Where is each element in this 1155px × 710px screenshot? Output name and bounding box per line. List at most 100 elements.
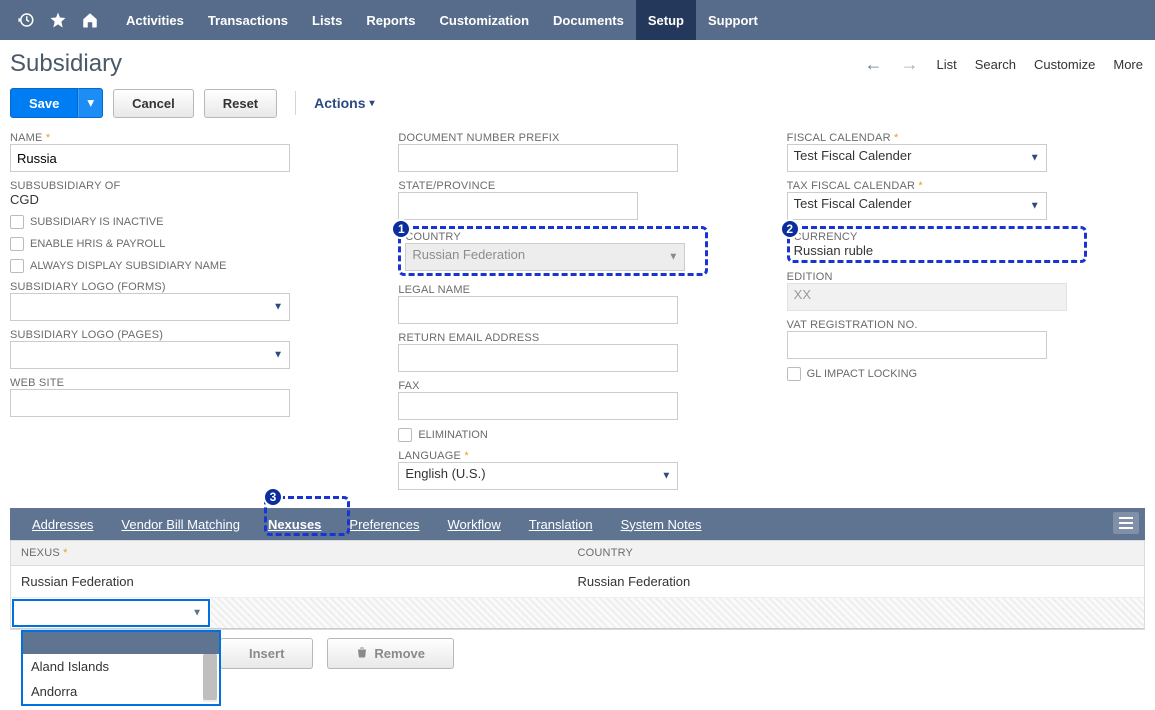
menu-documents[interactable]: Documents [541, 0, 636, 40]
form-col-1: NAME SUBSUBSIDIARY OF CGD SUBSIDIARY IS … [10, 132, 368, 490]
label-edition: EDITION [787, 271, 1145, 283]
label-logo-pages: SUBSIDIARY LOGO (PAGES) [10, 329, 368, 341]
chevron-down-icon: ▾ [87, 95, 94, 110]
title-row: Subsidiary ← → List Search Customize Mor… [0, 40, 1155, 82]
logo-forms-select[interactable]: ▼ [10, 293, 290, 321]
chevron-down-icon: ▼ [273, 350, 283, 361]
edition-input: XX [787, 283, 1067, 311]
checkbox-glimpact[interactable] [787, 367, 801, 381]
label-fiscal: FISCAL CALENDAR [787, 132, 1145, 144]
dropdown-item-blank[interactable] [23, 632, 219, 654]
link-customize[interactable]: Customize [1034, 57, 1095, 72]
actions-menu[interactable]: Actions ▾ [314, 95, 374, 111]
remove-button[interactable]: Remove [327, 638, 454, 669]
label-email: RETURN EMAIL ADDRESS [398, 332, 756, 344]
label-elimination: ELIMINATION [418, 429, 487, 441]
link-search[interactable]: Search [975, 57, 1016, 72]
logo-pages-select[interactable]: ▼ [10, 341, 290, 369]
star-icon[interactable] [42, 4, 74, 36]
title-actions: ← → List Search Customize More [865, 54, 1143, 75]
link-list[interactable]: List [937, 57, 957, 72]
label-alwaysdisplay: ALWAYS DISPLAY SUBSIDIARY NAME [30, 260, 226, 272]
tab-addresses[interactable]: Addresses [18, 508, 107, 540]
label-country: COUNTRY [405, 231, 701, 243]
subtab-menu-icon[interactable] [1113, 512, 1139, 534]
link-more[interactable]: More [1113, 57, 1143, 72]
home-icon[interactable] [74, 4, 106, 36]
tab-workflow[interactable]: Workflow [434, 508, 515, 540]
reset-button[interactable]: Reset [204, 89, 277, 118]
label-docnum: DOCUMENT NUMBER PREFIX [398, 132, 756, 144]
tab-nexuses[interactable]: Nexuses [254, 508, 335, 540]
chevron-down-icon: ▼ [1030, 153, 1040, 164]
tab-vendor-bill-matching[interactable]: Vendor Bill Matching [107, 508, 254, 540]
tab-preferences[interactable]: Preferences [335, 508, 433, 540]
menu-setup[interactable]: Setup [636, 0, 696, 40]
nav-back-icon[interactable]: ← [865, 54, 883, 75]
menu-support[interactable]: Support [696, 0, 770, 40]
state-input[interactable] [398, 192, 638, 220]
docnum-input[interactable] [398, 144, 678, 172]
nexus-combo-input[interactable] [14, 601, 174, 623]
chevron-down-icon: ▼ [668, 252, 678, 263]
cancel-button[interactable]: Cancel [113, 89, 194, 118]
email-input[interactable] [398, 344, 678, 372]
legal-input[interactable] [398, 296, 678, 324]
label-vat: VAT REGISTRATION NO. [787, 319, 1145, 331]
chevron-down-icon: ▼ [1030, 201, 1040, 212]
button-row: Save ▾ Cancel Reset Actions ▾ [0, 82, 1155, 132]
form-area: NAME SUBSUBSIDIARY OF CGD SUBSIDIARY IS … [0, 132, 1155, 508]
table-edit-row: ▼ [11, 598, 1144, 629]
menu-reports[interactable]: Reports [354, 0, 427, 40]
insert-button[interactable]: Insert [220, 638, 313, 669]
nav-forward-icon[interactable]: → [901, 54, 919, 75]
taxfiscal-select[interactable]: Test Fiscal Calender ▼ [787, 192, 1047, 220]
dropdown-item[interactable]: Aland Islands [23, 654, 219, 679]
tab-translation[interactable]: Translation [515, 508, 607, 540]
menu-lists[interactable]: Lists [300, 0, 354, 40]
col-header-country: COUNTRY [578, 547, 634, 559]
menu-customization[interactable]: Customization [427, 0, 541, 40]
website-input[interactable] [10, 389, 290, 417]
label-state: STATE/PROVINCE [398, 180, 756, 192]
label-hris: ENABLE HRIS & PAYROLL [30, 238, 165, 250]
parent-value: CGD [10, 192, 368, 207]
label-fax: FAX [398, 380, 756, 392]
checkbox-hris[interactable] [10, 237, 24, 251]
name-input[interactable] [10, 144, 290, 172]
label-currency: CURRENCY [794, 231, 1080, 243]
label-taxfiscal: TAX FISCAL CALENDAR [787, 180, 1145, 192]
menu-activities[interactable]: Activities [114, 0, 196, 40]
subtab-bar: Addresses Vendor Bill Matching Nexuses P… [10, 508, 1145, 540]
label-name: NAME [10, 132, 368, 144]
country-select[interactable]: Russian Federation ▼ [405, 243, 685, 271]
dropdown-item[interactable]: Andorra [23, 679, 219, 704]
tab-system-notes[interactable]: System Notes [607, 508, 716, 540]
nexus-combo[interactable]: ▼ [12, 599, 210, 627]
scrollbar-thumb[interactable] [203, 654, 217, 700]
page-title: Subsidiary [10, 50, 122, 78]
country-locked-cell [211, 598, 1144, 628]
language-select[interactable]: English (U.S.) ▼ [398, 462, 678, 490]
menu-transactions[interactable]: Transactions [196, 0, 300, 40]
save-button[interactable]: Save [10, 88, 78, 118]
form-col-2: DOCUMENT NUMBER PREFIX STATE/PROVINCE 1 … [398, 132, 756, 490]
checkbox-alwaysdisplay[interactable] [10, 259, 24, 273]
callout-country-highlight: 1 COUNTRY Russian Federation ▼ [398, 226, 708, 276]
table-row[interactable]: Russian Federation Russian Federation [11, 566, 1144, 598]
checkbox-inactive[interactable] [10, 215, 24, 229]
cell-nexus: Russian Federation [21, 574, 578, 589]
history-icon[interactable] [10, 4, 42, 36]
label-language: LANGUAGE [398, 450, 756, 462]
fax-input[interactable] [398, 392, 678, 420]
chevron-down-icon: ▼ [192, 608, 202, 619]
callout-2-badge: 2 [780, 219, 800, 239]
nexus-dropdown[interactable]: Aland Islands Andorra [21, 630, 221, 706]
label-inactive: SUBSIDIARY IS INACTIVE [30, 216, 163, 228]
checkbox-elimination[interactable] [398, 428, 412, 442]
save-dropdown-button[interactable]: ▾ [78, 88, 103, 118]
vat-input[interactable] [787, 331, 1047, 359]
col-header-nexus: NEXUS [21, 547, 68, 559]
form-col-3: FISCAL CALENDAR Test Fiscal Calender ▼ T… [787, 132, 1145, 490]
fiscal-select[interactable]: Test Fiscal Calender ▼ [787, 144, 1047, 172]
